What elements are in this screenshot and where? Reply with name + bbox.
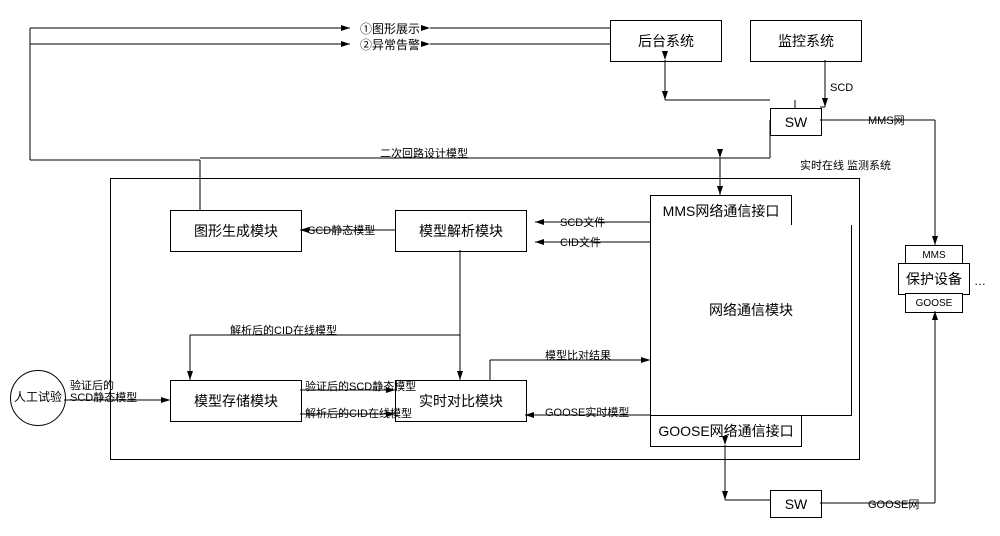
cid-file-label: CID文件 bbox=[560, 234, 601, 250]
manual-test-label: 人工试验 bbox=[14, 391, 62, 404]
mms-net-label: MMS网 bbox=[868, 112, 905, 128]
compare-result-label: 模型比对结果 bbox=[545, 347, 611, 363]
scd-static-label: SCD静态模型 bbox=[308, 222, 375, 238]
protect-device-label: 保护设备 bbox=[906, 269, 962, 289]
parsed-cid2-label: 解析后的CID在线模型 bbox=[305, 405, 412, 421]
backend-system: 后台系统 bbox=[610, 20, 722, 62]
monitor-system: 监控系统 bbox=[750, 20, 862, 62]
display1-label: ①图形展示 bbox=[360, 20, 420, 37]
goose-if: GOOSE网络通信接口 bbox=[650, 415, 802, 447]
backend-system-label: 后台系统 bbox=[638, 31, 694, 51]
model-parse: 模型解析模块 bbox=[395, 210, 527, 252]
graph-gen-label: 图形生成模块 bbox=[194, 221, 278, 241]
goose-tag: GOOSE bbox=[905, 293, 963, 313]
model-store-label: 模型存储模块 bbox=[194, 391, 278, 411]
protect-device: 保护设备 bbox=[898, 263, 970, 295]
sec-loop-label: 二次回路设计模型 bbox=[380, 145, 468, 161]
goose-if-label: GOOSE网络通信接口 bbox=[658, 421, 793, 441]
scd-file-label: SCD文件 bbox=[560, 214, 605, 230]
model-store: 模型存储模块 bbox=[170, 380, 302, 422]
diagram-root: 后台系统 监控系统 ①图形展示 ②异常告警 SW SCD MMS网 MMS 保护… bbox=[0, 0, 1000, 536]
goose-tag-label: GOOSE bbox=[916, 298, 953, 309]
dots-label: … bbox=[974, 274, 986, 288]
sw-bottom-label: SW bbox=[785, 496, 808, 512]
verified-scd2-label: 验证后的SCD静态模型 bbox=[305, 378, 416, 394]
sw-top-label: SW bbox=[785, 114, 808, 130]
monitor-system-label: 监控系统 bbox=[778, 31, 834, 51]
online-system-label: 实时在线 监测系统 bbox=[800, 160, 891, 172]
display2-label: ②异常告警 bbox=[360, 36, 420, 53]
parsed-cid-label: 解析后的CID在线模型 bbox=[230, 322, 337, 338]
goose-rt-label: GOOSE实时模型 bbox=[545, 404, 629, 420]
net-comm: 网络通信模块 bbox=[650, 225, 852, 416]
sw-top: SW bbox=[770, 108, 822, 136]
verified-scd-label: 验证后的 SCD静态模型 bbox=[70, 380, 137, 404]
manual-test: 人工试验 bbox=[10, 370, 66, 426]
graph-gen: 图形生成模块 bbox=[170, 210, 302, 252]
rt-compare-label: 实时对比模块 bbox=[419, 391, 503, 411]
goose-net-label: GOOSE网 bbox=[868, 496, 919, 512]
mms-tag-label: MMS bbox=[922, 250, 945, 261]
mms-if-label: MMS网络通信接口 bbox=[663, 201, 780, 221]
model-parse-label: 模型解析模块 bbox=[419, 221, 503, 241]
sw-bottom: SW bbox=[770, 490, 822, 518]
mms-tag: MMS bbox=[905, 245, 963, 265]
mms-if: MMS网络通信接口 bbox=[650, 195, 792, 227]
net-comm-label: 网络通信模块 bbox=[709, 300, 793, 320]
scd-label: SCD bbox=[830, 82, 853, 94]
